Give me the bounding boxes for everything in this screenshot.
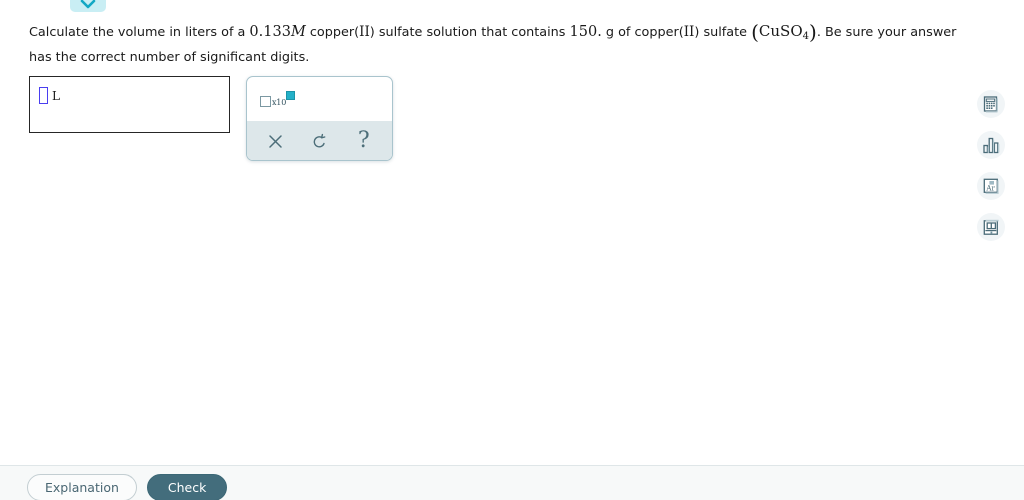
molarity-value: 0.133 xyxy=(249,24,291,40)
roman-numeral-two-first: II xyxy=(359,24,370,40)
question-middle-1: copper( xyxy=(305,25,360,40)
molarity-unit: M xyxy=(290,24,306,40)
help-button[interactable]: ? xyxy=(349,128,379,154)
check-button[interactable]: Check xyxy=(146,474,228,500)
exponent-placeholder-icon xyxy=(286,91,296,100)
periodic-table-tool[interactable] xyxy=(977,90,1005,118)
sci-notation-label: x10 xyxy=(272,98,287,107)
aa-text-icon: Ar xyxy=(983,178,1000,195)
footer-actions: Explanation Check xyxy=(27,474,228,500)
mantissa-placeholder-icon xyxy=(260,96,271,107)
periodic-table-icon xyxy=(983,95,1000,113)
answer-cursor-box[interactable] xyxy=(39,87,48,104)
chart-tool[interactable] xyxy=(977,131,1005,159)
question-prefix: Calculate the volume in liters of a xyxy=(29,25,250,40)
reference-document-icon xyxy=(983,219,1000,236)
chemical-formula: (CuSO4) xyxy=(751,22,817,43)
question-middle-3: g of copper( xyxy=(601,25,684,40)
question-middle-4: ) sulfate xyxy=(694,25,752,40)
formula-close-paren: ) xyxy=(809,20,817,44)
explanation-button[interactable]: Explanation xyxy=(27,474,137,500)
bar-chart-icon xyxy=(982,137,1000,154)
sidebar-tools: Ar xyxy=(977,90,1005,241)
answer-input[interactable]: L xyxy=(29,76,230,133)
question-mark-icon: ? xyxy=(357,128,370,153)
scientific-notation-button[interactable]: x10 xyxy=(260,91,296,107)
math-toolbar: x10 ? xyxy=(246,76,393,161)
math-toolbar-top: x10 xyxy=(247,77,392,121)
exercise-page: Calculate the volume in liters of a 0.13… xyxy=(0,0,1024,500)
text-format-tool[interactable]: Ar xyxy=(977,172,1005,200)
reference-tool[interactable] xyxy=(977,213,1005,241)
svg-text:Ar: Ar xyxy=(985,184,995,192)
answer-unit-label: L xyxy=(52,88,60,103)
chevron-down-icon xyxy=(80,0,96,10)
mass-value: 150. xyxy=(569,24,602,40)
close-icon xyxy=(268,134,283,149)
roman-numeral-two-second: II xyxy=(683,24,695,40)
question-middle-2: ) sulfate solution that contains xyxy=(369,25,570,40)
formula-open-paren: ( xyxy=(751,20,759,44)
math-toolbar-actions: ? xyxy=(247,121,392,160)
answer-input-inner: L xyxy=(30,77,229,104)
undo-button[interactable] xyxy=(304,128,334,154)
undo-icon xyxy=(311,133,328,150)
question-text: Calculate the volume in liters of a 0.13… xyxy=(29,21,959,68)
clear-button[interactable] xyxy=(260,128,290,154)
collapse-panel-tab[interactable] xyxy=(70,0,106,12)
formula-body: CuSO xyxy=(758,22,803,40)
